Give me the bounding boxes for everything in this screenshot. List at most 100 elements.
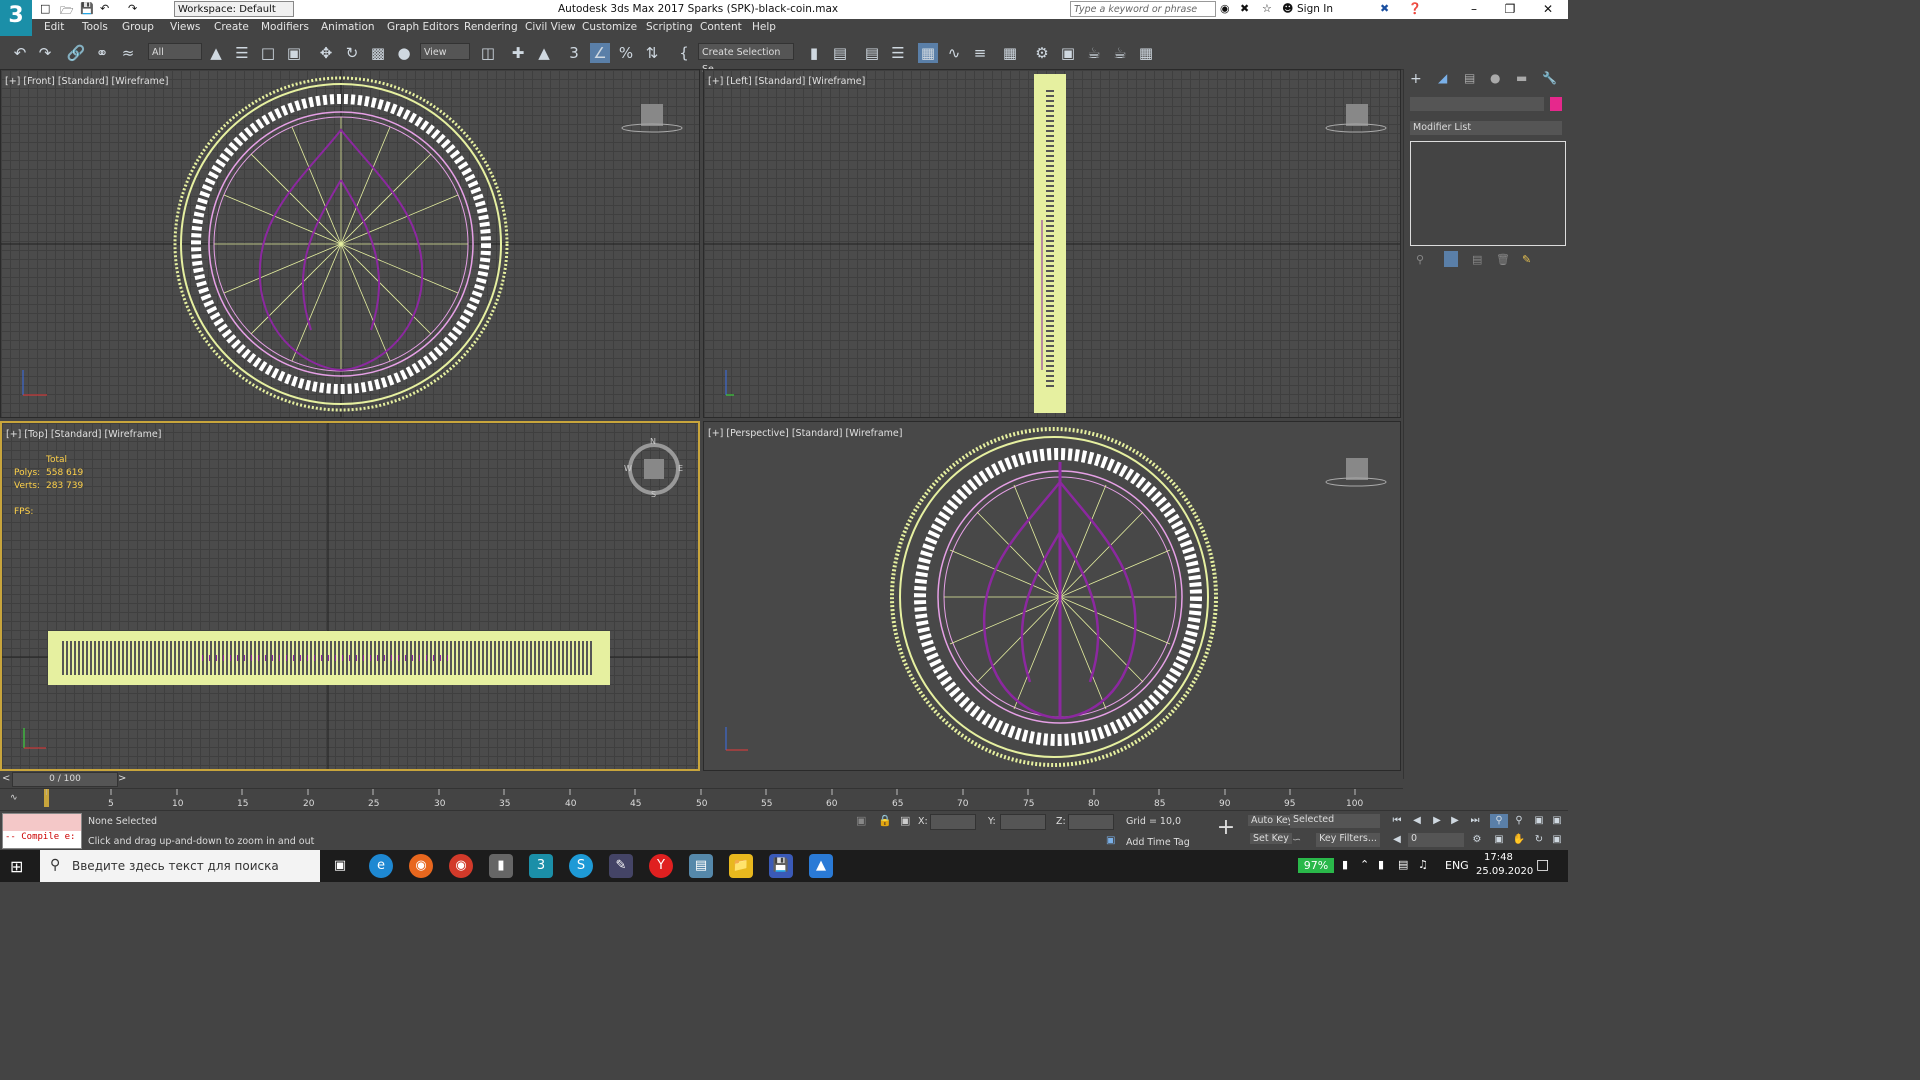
key-filters-button[interactable]: Key Filters... [1316,833,1380,847]
material-editor-icon[interactable]: ▦ [1000,43,1020,63]
go-to-end-icon[interactable]: ⏭ [1466,814,1484,828]
windows-start-icon[interactable]: ⊞ [10,857,23,876]
menu-civil-view[interactable]: Civil View [525,21,576,33]
move-icon[interactable]: ✥ [316,43,336,63]
pivot-center-icon[interactable]: ◫ [478,43,498,63]
x-coord-field[interactable] [930,814,976,830]
pan-view-icon[interactable]: ✋ [1510,833,1528,847]
scale-icon[interactable]: ▩ [368,43,388,63]
notes-app-icon[interactable]: ▤ [689,854,713,878]
yandex-browser-icon[interactable]: Y [649,854,673,878]
maximize-button[interactable]: ❐ [1492,0,1528,19]
zoom-all-icon[interactable]: ⚲ [1510,814,1528,828]
clock-date[interactable]: 25.09.2020 [1476,866,1533,877]
edit-named-selections-icon[interactable]: { [674,43,694,63]
maxscript-listener[interactable]: -- Compile e: [2,813,82,849]
unlink-icon[interactable]: ⚭ [92,43,112,63]
remove-modifier-icon[interactable]: 🗑 [1496,253,1510,266]
save-file-icon[interactable]: 💾 [80,2,96,16]
3dsmax-taskbar-icon[interactable]: 3 [529,854,553,878]
pin-stack-icon[interactable]: ⚲ [1416,253,1424,266]
toggle-ribbon-icon[interactable]: ▦ [918,43,938,63]
next-frame-icon[interactable]: ▶ [1446,814,1464,828]
app-logo-icon[interactable]: 3 [0,0,32,36]
layer-explorer-icon[interactable]: ☰ [888,43,908,63]
menu-group[interactable]: Group [122,21,154,33]
zoom-extents-all-icon[interactable]: ▣ [1548,814,1566,828]
viewport-perspective[interactable]: [+] [Perspective] [Standard] [Wireframe] [703,421,1401,771]
key-mode-toggle-icon[interactable]: ◀ [1388,833,1406,847]
select-manipulate-icon[interactable]: ✚ [508,43,528,63]
scene-explorer-icon[interactable]: ▤ [862,43,882,63]
menu-customize[interactable]: Customize [582,21,637,33]
tray-chevron-icon[interactable]: ⌃ [1360,858,1369,871]
add-time-tag[interactable]: Add Time Tag [1126,837,1190,848]
modify-tab-icon[interactable]: ◢ [1438,71,1447,85]
chrome-icon[interactable]: ◉ [449,854,473,878]
photos-app-icon[interactable]: ▲ [809,854,833,878]
rendered-frame-window-icon[interactable]: ▣ [1058,43,1078,63]
clock-time[interactable]: 17:48 [1484,852,1513,863]
compass-west[interactable]: W [624,464,632,473]
modifier-stack[interactable] [1410,141,1566,246]
maximize-viewport-icon[interactable]: ▣ [1548,833,1566,847]
curve-editor-icon[interactable]: ∿ [944,43,964,63]
render-cloud-icon[interactable]: ▦ [1136,43,1156,63]
compass-south[interactable]: S [651,490,656,499]
minimize-button[interactable]: – [1456,0,1492,19]
rectangular-selection-icon[interactable]: □ [258,43,278,63]
favorites-icon[interactable]: ☆ [1262,2,1272,15]
edge-browser-icon[interactable]: e [369,854,393,878]
zoom-extents-icon[interactable]: ▣ [1530,814,1548,828]
motion-tab-icon[interactable]: ● [1490,71,1500,85]
notifications-icon[interactable]: □ [1536,857,1549,873]
menu-tools[interactable]: Tools [82,21,108,33]
go-to-start-icon[interactable]: ⏮ [1388,814,1406,828]
exchange-icon[interactable]: ✖ [1380,2,1389,15]
mirror-icon[interactable]: ▮ [804,43,824,63]
volume-tray-icon[interactable]: ♫ [1418,858,1428,871]
user-icon[interactable]: ☻ [1282,2,1293,15]
menu-help[interactable]: Help [752,21,776,33]
viewport-top[interactable]: [+] [Top] [Standard] [Wireframe] Total P… [0,421,700,771]
reference-coordinate-dropdown[interactable]: View [420,43,470,60]
selection-lock-icon[interactable]: 🔒 [878,814,892,827]
help-icon[interactable]: ❓ [1408,2,1422,15]
current-frame-field[interactable]: 0 [1408,833,1464,847]
curve-editor-mini-icon[interactable]: ∿ [10,793,18,803]
zoom-icon[interactable]: ⚲ [1490,814,1508,828]
binoculars-icon[interactable]: ◉ [1220,2,1230,15]
angle-snap-icon[interactable]: ∠ [590,43,610,63]
battery-indicator[interactable]: 97% [1298,858,1334,873]
taskbar-search-input[interactable]: Введите здесь текст для поиска [40,850,320,882]
slider-prev-icon[interactable]: < [2,773,10,784]
sign-in-link[interactable]: Sign In [1297,3,1333,15]
time-configuration-icon[interactable]: ⚙ [1468,833,1486,847]
menu-graph-editors[interactable]: Graph Editors [387,21,459,33]
search-input[interactable]: Type a keyword or phrase [1070,1,1216,17]
microphone-app-icon[interactable]: ▮ [489,854,513,878]
show-end-result-icon[interactable] [1444,251,1458,267]
window-crossing-icon[interactable]: ▣ [284,43,304,63]
previous-frame-icon[interactable]: ◀ [1408,814,1426,828]
set-key-button[interactable]: Set Key [1250,833,1292,844]
skype-icon[interactable]: S [569,854,593,878]
render-setup-icon[interactable]: ⚙ [1032,43,1052,63]
open-file-icon[interactable]: 🗁 [60,2,76,17]
named-selection-set-dropdown[interactable]: Create Selection Se [698,43,794,75]
viewport-label-front[interactable]: [+] [Front] [Standard] [Wireframe] [5,76,168,87]
render-iterative-icon[interactable]: ☕ [1110,43,1130,63]
utilities-tab-icon[interactable]: 🔧 [1542,71,1557,85]
compass-east[interactable]: E [678,464,683,473]
language-indicator[interactable]: ENG [1445,859,1469,872]
paint-app-icon[interactable]: ✎ [609,854,633,878]
network-tray-icon[interactable]: ▤ [1398,858,1408,871]
snaps-toggle-icon[interactable]: 3 [564,43,584,63]
time-tag-icon[interactable]: ▣ [1106,835,1115,846]
workspace-dropdown[interactable]: Workspace: Default [174,1,294,17]
rotate-icon[interactable]: ↻ [342,43,362,63]
power-tray-icon[interactable]: ▮ [1378,858,1384,871]
mic-tray-icon[interactable]: ▮ [1342,858,1348,871]
make-unique-icon[interactable]: ▤ [1472,253,1482,266]
object-color-swatch[interactable] [1550,97,1562,111]
